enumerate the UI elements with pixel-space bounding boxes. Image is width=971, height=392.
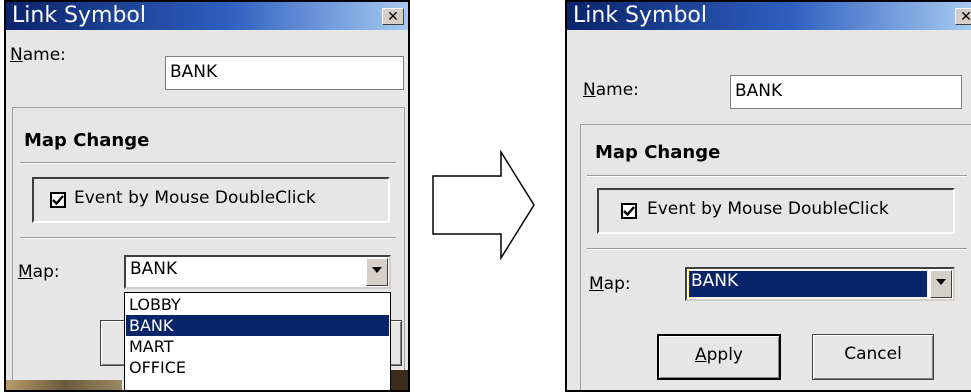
dropdown-option[interactable]: LOBBY: [126, 294, 389, 315]
dropdown-button[interactable]: [366, 258, 388, 286]
apply-button[interactable]: Apply: [657, 334, 781, 380]
divider: [20, 237, 396, 239]
divider: [20, 162, 396, 164]
close-icon: ✕: [387, 9, 399, 25]
cancel-button[interactable]: Cancel: [812, 334, 934, 380]
cancel-button-label: Cancel: [844, 344, 902, 364]
apply-button-label: Apply: [694, 345, 743, 365]
map-select-value: BANK: [691, 271, 739, 291]
map-select-value: BANK: [130, 259, 178, 279]
link-symbol-dialog-after: Link Symbol ✕ Name: BANK Map Change Even…: [565, 0, 971, 392]
checkmark-icon: [623, 206, 635, 217]
checkbox-label: Event by Mouse DoubleClick: [647, 199, 889, 219]
close-button[interactable]: ✕: [955, 8, 971, 25]
event-doubleclick-checkbox[interactable]: [50, 192, 66, 208]
dialog-title: Link Symbol: [12, 3, 146, 28]
map-select[interactable]: BANK: [685, 267, 955, 301]
dialog-title: Link Symbol: [573, 3, 707, 28]
name-input-value: BANK: [735, 81, 783, 101]
checkmark-icon: [52, 195, 64, 206]
name-input[interactable]: BANK: [165, 56, 404, 90]
name-input[interactable]: BANK: [730, 75, 962, 109]
name-label: Name:: [583, 80, 639, 100]
map-select-highlight: BANK: [688, 270, 928, 298]
dropdown-button[interactable]: [930, 270, 952, 298]
right-arrow-icon: [432, 150, 535, 260]
background-image-strip: [6, 380, 122, 390]
group-title: Map Change: [24, 130, 150, 151]
event-doubleclick-checkbox[interactable]: [621, 203, 637, 219]
map-select[interactable]: BANK: [124, 255, 391, 289]
link-symbol-dialog-before: Link Symbol ✕ Name: BANK Map Change Even…: [4, 0, 410, 392]
dropdown-option-selected[interactable]: BANK: [126, 315, 389, 336]
title-bar[interactable]: Link Symbol ✕: [6, 2, 408, 30]
divider: [587, 175, 967, 177]
dropdown-option[interactable]: MART: [126, 336, 389, 357]
map-label: Map:: [18, 262, 60, 282]
close-icon: ✕: [960, 9, 971, 25]
map-dropdown-list: LOBBY BANK MART OFFICE: [124, 292, 391, 390]
close-button[interactable]: ✕: [382, 8, 404, 25]
map-label: Map:: [589, 274, 631, 294]
chevron-down-icon: [372, 267, 382, 273]
name-input-value: BANK: [170, 62, 218, 82]
dropdown-option[interactable]: OFFICE: [126, 357, 389, 378]
title-bar[interactable]: Link Symbol ✕: [567, 2, 971, 30]
chevron-down-icon: [936, 279, 946, 285]
group-title: Map Change: [595, 142, 721, 163]
divider: [587, 248, 967, 250]
name-label: Name:: [10, 45, 66, 65]
checkbox-label: Event by Mouse DoubleClick: [74, 188, 316, 208]
background-image-strip: [391, 370, 408, 390]
